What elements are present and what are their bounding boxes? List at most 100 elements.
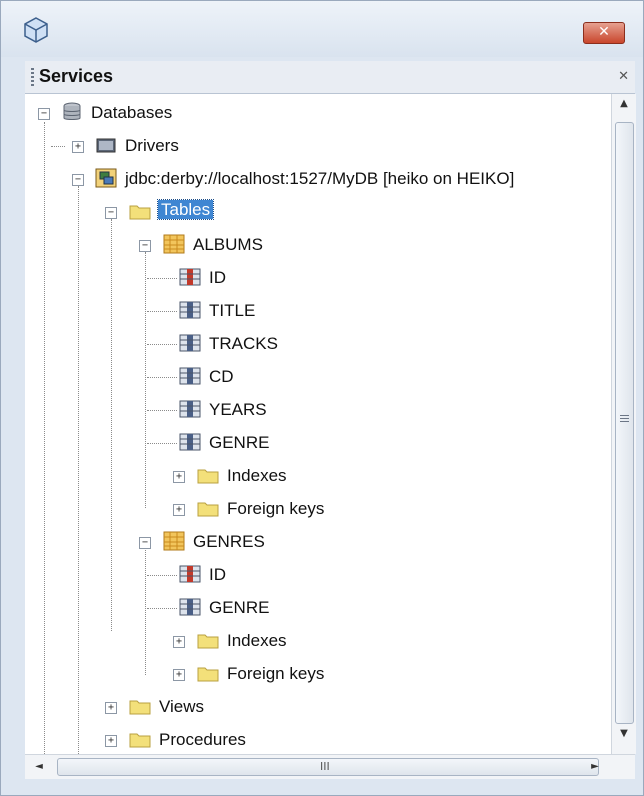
tree-node-label-selected: Tables: [156, 199, 215, 220]
column-icon: [179, 433, 201, 451]
tree-connector: [51, 146, 65, 147]
tree-node-label: Foreign keys: [227, 664, 325, 683]
tree-node-foreign-keys[interactable]: + Foreign keys: [25, 494, 605, 524]
tree-node-table-genres[interactable]: − GENRES: [25, 527, 605, 557]
tree-node-label: TITLE: [209, 301, 256, 320]
tree-node-indexes[interactable]: + Indexes: [25, 626, 605, 656]
folder-icon: [129, 205, 151, 220]
tree-node-label: Procedures: [159, 730, 246, 749]
vertical-scrollbar[interactable]: ▲ ▼: [611, 94, 636, 754]
tree-node-label: Foreign keys: [227, 499, 325, 518]
tree-connector: [147, 377, 177, 378]
folder-icon: [197, 667, 219, 682]
column-icon: [179, 301, 201, 319]
expand-toggle-icon[interactable]: +: [173, 504, 185, 516]
tree-node-label: Databases: [91, 103, 173, 122]
horizontal-scrollbar[interactable]: ◄ III ►: [25, 754, 635, 779]
collapse-toggle-icon[interactable]: −: [139, 240, 151, 252]
scroll-right-arrow-icon[interactable]: ►: [585, 757, 605, 777]
column-icon: [179, 400, 201, 418]
primary-key-column-icon: [179, 268, 201, 286]
table-icon: [163, 234, 185, 254]
drag-grip-icon[interactable]: [31, 68, 34, 86]
tree-node-column[interactable]: ID: [25, 263, 605, 293]
services-window: ✕ Services ✕ − Databases + Drivers − jdb…: [0, 0, 644, 796]
tree-connector: [147, 311, 177, 312]
tree-node-label: TRACKS: [209, 334, 278, 353]
column-icon: [179, 598, 201, 616]
tree-node-column[interactable]: ID: [25, 560, 605, 590]
folder-icon: [129, 733, 151, 748]
tree-node-tables[interactable]: − Tables: [25, 197, 605, 227]
table-icon: [163, 531, 185, 551]
tree-node-label: GENRE: [209, 433, 270, 452]
scroll-up-arrow-icon[interactable]: ▲: [612, 98, 636, 118]
expand-toggle-icon[interactable]: +: [173, 669, 185, 681]
tree-connector: [147, 344, 177, 345]
connection-icon: [95, 168, 117, 188]
expand-toggle-icon[interactable]: +: [173, 636, 185, 648]
tree-node-drivers[interactable]: + Drivers: [25, 131, 605, 161]
database-icon: [63, 102, 81, 120]
expand-toggle-icon[interactable]: +: [173, 471, 185, 483]
panel-close-icon[interactable]: ✕: [618, 69, 629, 84]
tree-connector: [147, 443, 177, 444]
primary-key-column-icon: [179, 565, 201, 583]
tree-node-views[interactable]: + Views: [25, 692, 605, 722]
window-close-button[interactable]: ✕: [583, 22, 625, 44]
column-icon: [179, 367, 201, 385]
collapse-toggle-icon[interactable]: −: [72, 174, 84, 186]
grip-icon: III: [320, 760, 330, 773]
folder-icon: [129, 700, 151, 715]
tree-node-foreign-keys[interactable]: + Foreign keys: [25, 659, 605, 689]
tree-node-label: ID: [209, 268, 226, 287]
tree-node-column[interactable]: CD: [25, 362, 605, 392]
horizontal-scroll-thumb[interactable]: III: [57, 758, 599, 776]
tree-node-indexes[interactable]: + Indexes: [25, 461, 605, 491]
column-icon: [179, 334, 201, 352]
folder-icon: [197, 469, 219, 484]
collapse-toggle-icon[interactable]: −: [38, 108, 50, 120]
grip-icon: [620, 415, 629, 424]
services-tree: − Databases + Drivers − jdbc:derby://loc…: [25, 94, 611, 754]
collapse-toggle-icon[interactable]: −: [139, 537, 151, 549]
folder-icon: [197, 502, 219, 517]
tree-node-label: ALBUMS: [193, 235, 263, 254]
tree-node-table-albums[interactable]: − ALBUMS: [25, 230, 605, 260]
title-bar: ✕: [1, 1, 643, 57]
tree-node-label: ID: [209, 565, 226, 584]
app-cube-icon: [24, 17, 48, 43]
tree-node-label: GENRE: [209, 598, 270, 617]
tree-node-column[interactable]: TRACKS: [25, 329, 605, 359]
panel-title: Services: [39, 66, 114, 86]
collapse-toggle-icon[interactable]: −: [105, 207, 117, 219]
tree-node-connection[interactable]: − jdbc:derby://localhost:1527/MyDB [heik…: [25, 164, 605, 194]
tree-node-column[interactable]: GENRE: [25, 593, 605, 623]
tree-node-label: CD: [209, 367, 234, 386]
tree-node-label: GENRES: [193, 532, 265, 551]
tree-node-label: jdbc:derby://localhost:1527/MyDB [heiko …: [125, 169, 515, 188]
tree-node-column[interactable]: TITLE: [25, 296, 605, 326]
tree-node-column[interactable]: YEARS: [25, 395, 605, 425]
tree-node-label: Indexes: [227, 631, 287, 650]
folder-icon: [197, 634, 219, 649]
tree-connector: [147, 410, 177, 411]
tree-node-procedures[interactable]: + Procedures: [25, 725, 605, 754]
tree-node-column[interactable]: GENRE: [25, 428, 605, 458]
tree-node-databases[interactable]: − Databases: [25, 98, 605, 128]
expand-toggle-icon[interactable]: +: [72, 141, 84, 153]
expand-toggle-icon[interactable]: +: [105, 702, 117, 714]
expand-toggle-icon[interactable]: +: [105, 735, 117, 747]
tree-connector: [147, 278, 177, 279]
tree-node-label: Drivers: [125, 136, 179, 155]
tree-node-label: Views: [159, 697, 205, 716]
tree-node-label: YEARS: [209, 400, 267, 419]
drivers-folder-icon: [96, 138, 116, 153]
services-panel-header: Services ✕: [25, 61, 635, 94]
tree-connector: [147, 608, 177, 609]
tree-node-label: Indexes: [227, 466, 287, 485]
vertical-scroll-thumb[interactable]: [615, 122, 634, 724]
tree-connector: [147, 575, 177, 576]
scroll-down-arrow-icon[interactable]: ▼: [612, 728, 636, 748]
scroll-left-arrow-icon[interactable]: ◄: [29, 757, 49, 777]
